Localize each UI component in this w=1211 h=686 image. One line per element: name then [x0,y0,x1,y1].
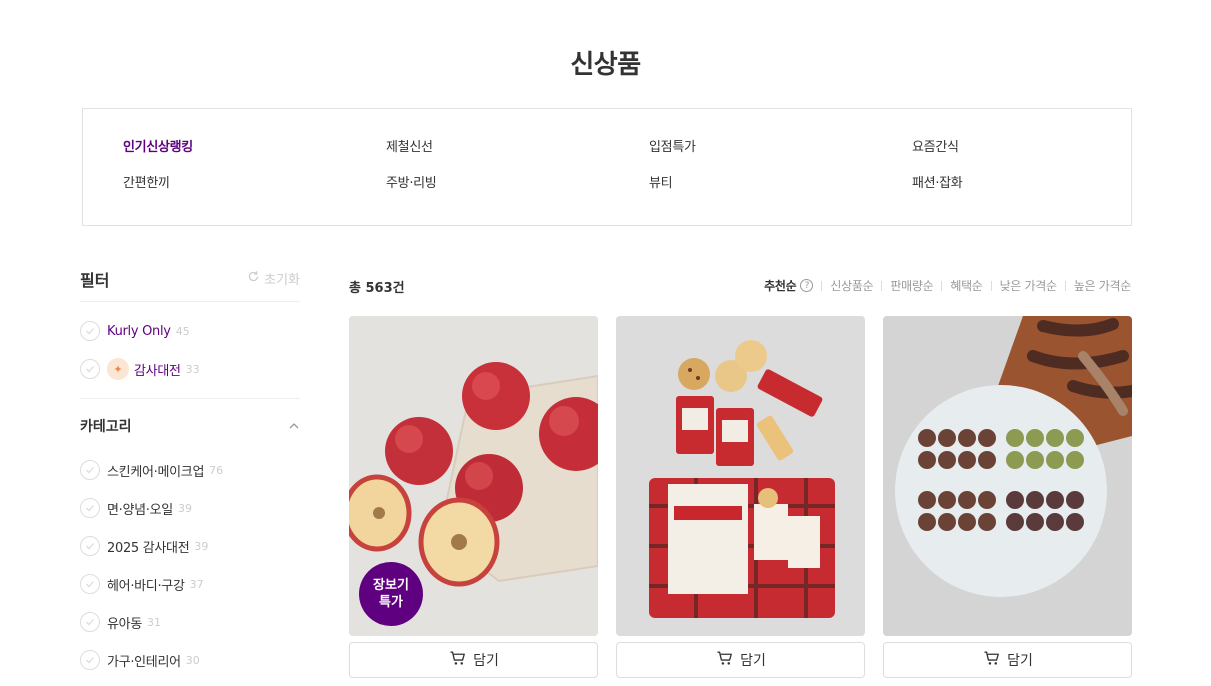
category-filter-item[interactable]: 유아동 31 [80,603,300,641]
category-link[interactable]: 입점특가 [649,139,912,157]
cart-label: 담기 [1007,653,1033,669]
check-icon [80,498,100,518]
sort-bar: 추천순? 신상품순 판매량순 혜택순 낮은 가격순 높은 가격순 [764,277,1131,294]
check-icon [80,359,100,379]
add-to-cart-button[interactable]: 담기 [616,642,865,678]
cart-label: 담기 [473,653,499,669]
product-grid: 장보기 특가 담기 담기 담기 [349,316,1132,678]
page-title: 신상품 [570,50,641,80]
promo-badge-line1: 장보기 [373,578,409,593]
sort-option[interactable]: 높은 가격순 [1074,277,1132,294]
filter-count: 39 [177,501,192,515]
category-grid: 인기신상랭킹 제철신선 입점특가 요즘간식간편한끼 주방·리빙 뷰티 패션·잡화 [123,139,1123,193]
check-icon [80,536,100,556]
filter-label: 면·양념·오일 [107,502,173,518]
promo-badge: 장보기 특가 [359,562,423,626]
category-link[interactable]: 인기신상랭킹 [123,139,386,157]
category-filter-title: 카테고리 [80,419,132,435]
filter-count: 37 [189,577,204,591]
category-filter-item[interactable]: 면·양념·오일 39 [80,489,300,527]
filter-label: 가구·인테리어 [107,654,181,670]
filter-count: 45 [175,324,190,338]
cart-label: 담기 [740,653,766,669]
filter-label: 감사대전 [134,363,181,379]
sort-option[interactable]: 추천순 [764,277,797,294]
filter-label: 헤어·바디·구강 [107,578,185,594]
reset-button[interactable]: 초기화 [247,269,300,288]
sort-separator [990,280,992,291]
filter-kurly-only[interactable]: Kurly Only 45 [80,312,300,350]
product-card[interactable]: 장보기 특가 담기 [349,316,598,678]
filter-count: 76 [209,463,224,477]
category-filter-item[interactable]: 가구·인테리어 30 [80,641,300,679]
cart-icon [982,648,1002,672]
product-card[interactable]: 담기 [883,316,1132,678]
cart-icon [448,648,468,672]
filter-panel: 필터 초기화 Kurly Only 45 ✦ 감사대전 33 카테고리 스킨케어… [80,270,300,679]
promo-badge-line2: 특가 [379,595,403,610]
category-filter-item[interactable]: 2025 감사대전 39 [80,527,300,565]
filter-label: 유아동 [107,616,142,632]
total-count: 총 563건 [349,281,405,296]
filter-thanks-festival[interactable]: ✦ 감사대전 33 [80,350,300,388]
sort-option[interactable]: 낮은 가격순 [1000,277,1058,294]
check-icon [80,612,100,632]
chevron-up-icon [288,417,300,436]
filter-label: Kurly Only [107,323,171,339]
product-image-shortbread[interactable] [616,316,865,636]
filter-label: 스킨케어·메이크업 [107,464,205,480]
sort-separator [881,280,883,291]
add-to-cart-button[interactable]: 담기 [883,642,1132,678]
add-to-cart-button[interactable]: 담기 [349,642,598,678]
sort-option[interactable]: 신상품순 [830,277,873,294]
category-filter-item[interactable]: 헤어·바디·구강 37 [80,565,300,603]
check-icon [80,574,100,594]
category-link[interactable]: 주방·리빙 [386,175,649,193]
category-link[interactable]: 제철신선 [386,139,649,157]
sort-separator [1064,280,1066,291]
product-image-apples[interactable]: 장보기 특가 [349,316,598,636]
category-link[interactable]: 뷰티 [649,175,912,193]
category-menu: 인기신상랭킹 제철신선 입점특가 요즘간식간편한끼 주방·리빙 뷰티 패션·잡화 [82,108,1132,226]
help-icon[interactable]: ? [800,279,814,292]
filter-count: 31 [146,615,161,629]
check-icon [80,460,100,480]
cart-icon [715,648,735,672]
sort-option[interactable]: 판매량순 [890,277,933,294]
category-link[interactable]: 패션·잡화 [912,175,1123,193]
sort-separator [941,280,943,291]
refresh-icon [247,270,260,287]
product-image-sausage[interactable] [883,316,1132,636]
category-filter-list: 스킨케어·메이크업 76 면·양념·오일 39 2025 감사대전 39 헤어·바디·구강 3… [80,451,300,679]
category-link[interactable]: 간편한끼 [123,175,386,193]
sort-option[interactable]: 혜택순 [950,277,983,294]
reset-label: 초기화 [264,273,300,288]
filter-count: 30 [185,653,200,667]
check-icon [80,321,100,341]
filter-count: 39 [194,539,209,553]
filter-title: 필터 [80,270,110,290]
festival-badge-icon: ✦ [107,358,129,380]
filter-count: 33 [185,362,200,376]
check-icon [80,650,100,670]
category-link[interactable]: 요즘간식 [912,139,1123,157]
sort-separator [821,280,823,291]
filter-label: 2025 감사대전 [107,540,190,556]
category-filter-item[interactable]: 스킨케어·메이크업 76 [80,451,300,489]
quick-filter-list: Kurly Only 45 ✦ 감사대전 33 [80,302,300,398]
filter-header: 필터 초기화 [80,270,300,302]
product-card[interactable]: 담기 [616,316,865,678]
category-filter-toggle[interactable]: 카테고리 [80,399,300,451]
